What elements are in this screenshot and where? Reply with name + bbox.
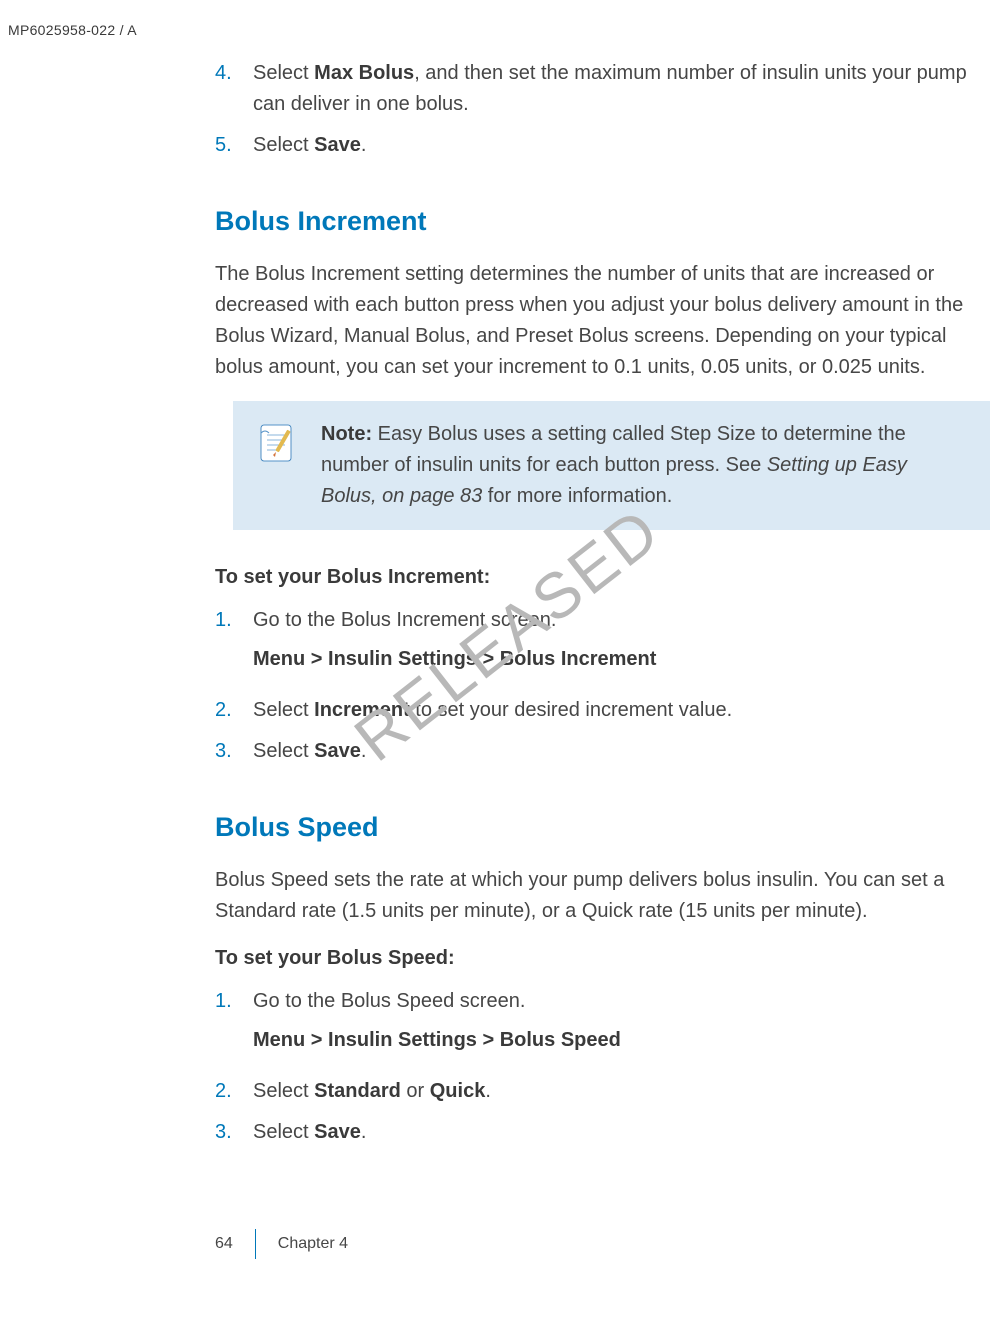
list-item: 3. Select Save. xyxy=(215,736,990,767)
bold-text: Save xyxy=(314,740,361,762)
section-heading-bolus-increment: Bolus Increment xyxy=(215,201,990,243)
list-item: 1. Go to the Bolus Increment screen. Men… xyxy=(215,605,990,685)
list-item: 3. Select Save. xyxy=(215,1117,990,1148)
bold-text: Standard xyxy=(314,1080,401,1102)
bold-text: Save xyxy=(314,134,361,156)
list-item: 2. Select Standard or Quick. xyxy=(215,1076,990,1107)
step-body: Select Save. xyxy=(253,130,990,161)
text: Select xyxy=(253,62,314,84)
section-heading-bolus-speed: Bolus Speed xyxy=(215,807,990,849)
step-body: Select Max Bolus, and then set the maxim… xyxy=(253,58,990,120)
text: Go to the Bolus Increment screen. xyxy=(253,609,557,631)
step-number: 4. xyxy=(215,58,253,120)
note-label: Note: xyxy=(321,423,372,445)
text: Select xyxy=(253,134,314,156)
page-content: 4. Select Max Bolus, and then set the ma… xyxy=(0,0,990,1148)
text: Go to the Bolus Speed screen. xyxy=(253,990,525,1012)
text: . xyxy=(485,1080,491,1102)
text: . xyxy=(361,134,367,156)
bold-text: Max Bolus xyxy=(314,62,414,84)
step-number: 3. xyxy=(215,736,253,767)
step-body: Select Save. xyxy=(253,1117,990,1148)
step-body: Select Increment to set your desired inc… xyxy=(253,695,990,726)
sub-heading: To set your Bolus Speed: xyxy=(215,943,990,974)
text: Select xyxy=(253,1121,314,1143)
menu-path: Menu > Insulin Settings > Bolus Speed xyxy=(253,1025,990,1056)
step-number: 2. xyxy=(215,1076,253,1107)
footer-divider xyxy=(255,1229,256,1259)
text: . xyxy=(361,1121,367,1143)
menu-path: Menu > Insulin Settings > Bolus Incremen… xyxy=(253,644,990,675)
list-item: 4. Select Max Bolus, and then set the ma… xyxy=(215,58,990,120)
text: to set your desired increment value. xyxy=(410,699,732,721)
list-item: 1. Go to the Bolus Speed screen. Menu > … xyxy=(215,986,990,1066)
text: for more information. xyxy=(482,485,672,507)
note-callout: Note: Easy Bolus uses a setting called S… xyxy=(233,401,990,530)
step-number: 2. xyxy=(215,695,253,726)
step-number: 5. xyxy=(215,130,253,161)
text: Select xyxy=(253,1080,314,1102)
note-body: Note: Easy Bolus uses a setting called S… xyxy=(321,419,968,512)
step-number: 1. xyxy=(215,605,253,685)
page-number: 64 xyxy=(215,1232,255,1257)
step-body: Go to the Bolus Increment screen. Menu >… xyxy=(253,605,990,685)
chapter-label: Chapter 4 xyxy=(278,1232,348,1257)
paragraph: The Bolus Increment setting determines t… xyxy=(215,259,990,383)
step-body: Go to the Bolus Speed screen. Menu > Ins… xyxy=(253,986,990,1066)
page-footer: 64 Chapter 4 xyxy=(215,1229,348,1259)
doc-id-header: MP6025958-022 / A xyxy=(8,20,137,42)
text: Select xyxy=(253,740,314,762)
bold-text: Quick xyxy=(430,1080,486,1102)
text: Select xyxy=(253,699,314,721)
step-body: Select Save. xyxy=(253,736,990,767)
list-item: 2. Select Increment to set your desired … xyxy=(215,695,990,726)
paragraph: Bolus Speed sets the rate at which your … xyxy=(215,865,990,927)
note-icon xyxy=(255,421,299,465)
text: or xyxy=(401,1080,430,1102)
bold-text: Increment xyxy=(314,699,410,721)
step-number: 1. xyxy=(215,986,253,1066)
step-body: Select Standard or Quick. xyxy=(253,1076,990,1107)
sub-heading: To set your Bolus Increment: xyxy=(215,562,990,593)
bold-text: Save xyxy=(314,1121,361,1143)
list-item: 5. Select Save. xyxy=(215,130,990,161)
text: . xyxy=(361,740,367,762)
step-number: 3. xyxy=(215,1117,253,1148)
